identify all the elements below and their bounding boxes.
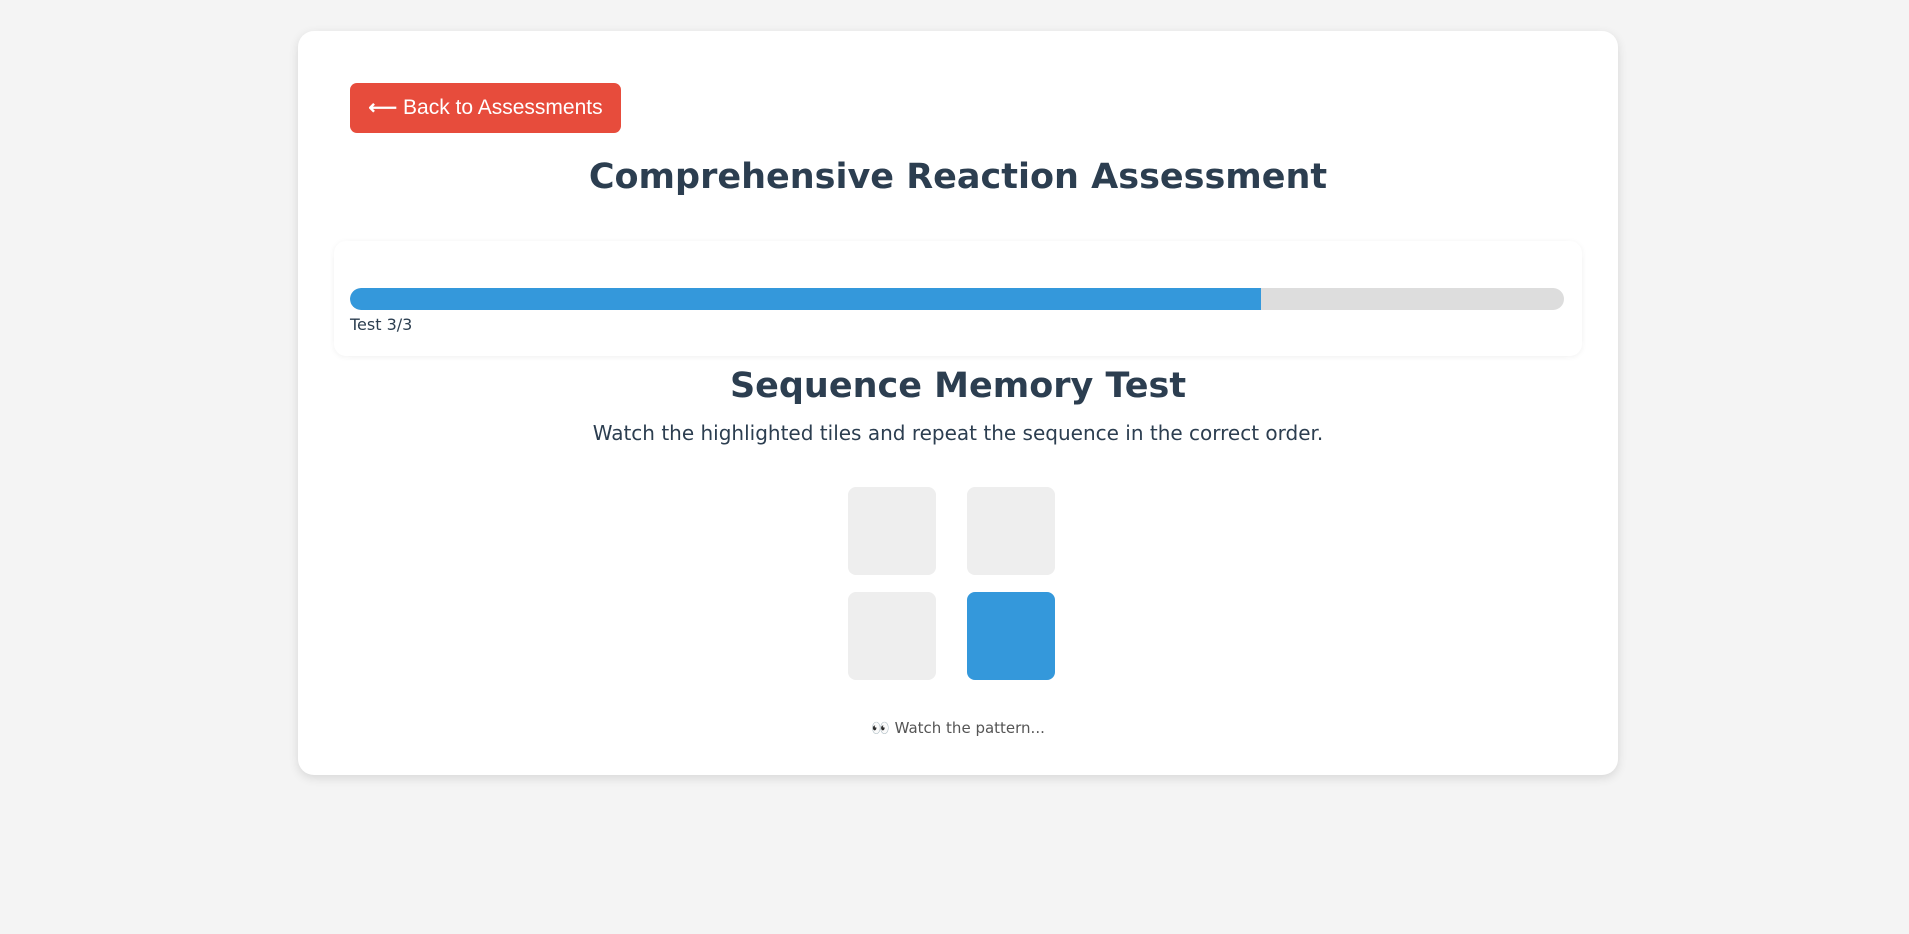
back-button-label: Back to Assessments: [403, 96, 603, 119]
assessment-card: ⟵ Back to Assessments Comprehensive Reac…: [298, 31, 1618, 775]
sequence-tile[interactable]: [848, 592, 936, 680]
progress-bar-fill: [350, 288, 1261, 310]
test-instructions: Watch the highlighted tiles and repeat t…: [592, 421, 1324, 445]
sequence-tile-grid: [848, 487, 1058, 697]
left-arrow-icon: ⟵: [368, 97, 398, 119]
test-title: Sequence Memory Test: [729, 366, 1187, 406]
back-to-assessments-button[interactable]: ⟵ Back to Assessments: [350, 83, 621, 133]
page-title: Comprehensive Reaction Assessment: [588, 157, 1328, 197]
progress-panel: Test 3/3: [334, 241, 1582, 356]
progress-label: Test 3/3: [350, 315, 413, 334]
status-message: 👀 Watch the pattern...: [871, 719, 1045, 737]
sequence-tile[interactable]: [967, 592, 1055, 680]
progress-bar: [350, 288, 1564, 310]
sequence-tile[interactable]: [848, 487, 936, 575]
sequence-tile[interactable]: [967, 487, 1055, 575]
